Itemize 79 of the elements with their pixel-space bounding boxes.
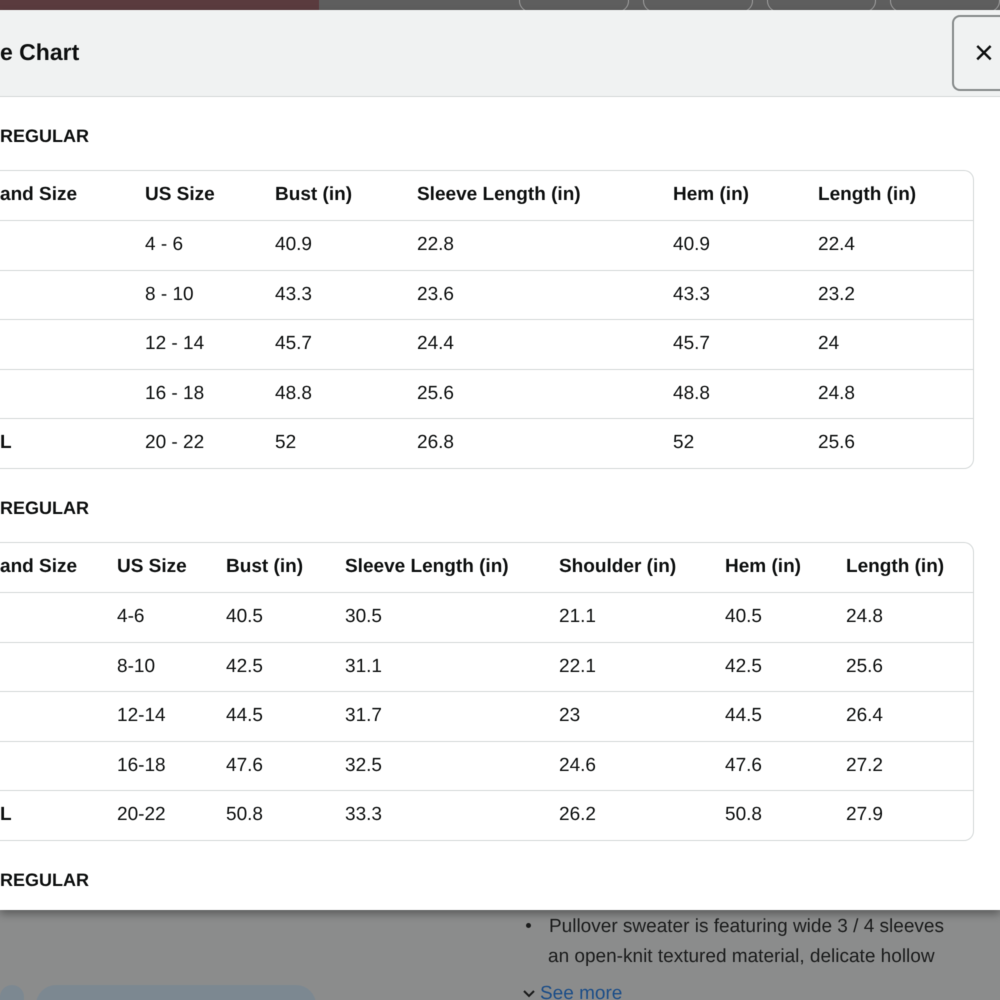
column-header: and Size	[0, 184, 78, 206]
table-cell: 50.8	[226, 804, 263, 826]
table-cell: 31.7	[345, 705, 382, 726]
table-cell: 20-22	[117, 804, 166, 826]
table-cell: 42.5	[226, 656, 263, 676]
table-cell: 4 - 6	[145, 234, 184, 255]
table-cell: 4-6	[117, 606, 144, 627]
table-cell: 24.6	[559, 754, 596, 776]
section-heading: REGULAR	[0, 497, 90, 520]
table-cell: 16 - 18	[145, 382, 204, 404]
table-cell: 50.8	[725, 804, 762, 826]
column-header: US Size	[117, 556, 187, 578]
table-cell: 23.6	[417, 284, 454, 304]
table-cell: 8-10	[117, 656, 156, 676]
column-header: Hem (in)	[725, 556, 801, 578]
column-header: Hem (in)	[673, 184, 749, 206]
section-heading: REGULAR	[0, 869, 90, 892]
feature-text: Pullover sweater is featuring wide 3 / 4 sleeves	[549, 916, 944, 937]
table-cell: 40.9	[673, 234, 710, 255]
table-cell: 27.2	[846, 754, 883, 776]
table-cell: 40.5	[725, 606, 762, 627]
table-cell: 43.3	[673, 284, 710, 304]
table-cell: 12 - 14	[145, 333, 204, 354]
table-cell: 26.2	[559, 804, 596, 826]
table-cell: 32.5	[345, 754, 382, 776]
table-cell: 22.4	[818, 234, 855, 255]
table-cell: 44.5	[725, 705, 762, 726]
table-cell: 23.2	[818, 284, 855, 304]
column-header: Shoulder (in)	[559, 556, 676, 578]
table-cell: 40.5	[226, 606, 263, 627]
column-header: US Size	[145, 184, 215, 206]
table-cell: 24.4	[417, 333, 454, 354]
table-cell: 44.5	[226, 705, 263, 726]
table-cell: 22.8	[417, 234, 454, 255]
table-cell: 22.1	[559, 656, 596, 676]
table-cell: 30.5	[345, 606, 382, 627]
column-header: Sleeve Length (in)	[417, 184, 581, 206]
table-cell: 47.6	[226, 754, 263, 776]
table-cell: 52	[275, 432, 296, 454]
table-cell: 26.4	[846, 705, 883, 726]
column-header: Length (in)	[846, 556, 944, 578]
table-cell: 23	[559, 705, 580, 726]
close-button[interactable]: ×	[952, 15, 1000, 91]
table-cell: 48.8	[275, 382, 312, 404]
table-cell: 27.9	[846, 804, 883, 826]
table-cell: 25.6	[417, 382, 454, 404]
table-cell: 42.5	[725, 656, 762, 676]
table-cell: 25.6	[818, 432, 855, 454]
table-cell: 24.8	[818, 382, 855, 404]
table-cell: 24	[818, 333, 840, 354]
column-header: Length (in)	[818, 184, 916, 206]
table-cell: 43.3	[275, 284, 312, 304]
table-cell: 24.8	[846, 606, 883, 627]
chevron-down-icon	[522, 989, 536, 1000]
column-header: Sleeve Length (in)	[345, 556, 509, 578]
feature-text: an open-knit textured material, delicate hollow	[548, 946, 935, 967]
table-cell: 40.9	[275, 234, 312, 255]
table-cell: 8 - 10	[145, 284, 194, 304]
column-header: Bust (in)	[275, 184, 352, 206]
table-cell: 33.3	[345, 804, 382, 826]
column-header: Bust (in)	[226, 556, 304, 578]
table-cell: 26.8	[417, 432, 454, 454]
section-heading: REGULAR	[0, 125, 90, 148]
bullet-icon	[526, 923, 531, 928]
table-cell: 16-18	[117, 754, 166, 776]
table-cell: 48.8	[673, 382, 710, 404]
table-cell: 25.6	[846, 656, 883, 676]
table-cell: 20 - 22	[145, 432, 204, 454]
table-cell: 45.7	[275, 333, 312, 354]
table-cell: 45.7	[673, 333, 710, 354]
table-cell: L	[0, 432, 12, 454]
table-cell: 52	[673, 432, 694, 454]
modal-title: e Chart	[0, 39, 80, 67]
table-cell: 12-14	[117, 705, 166, 726]
table-cell: 31.1	[345, 656, 382, 676]
table-cell: 21.1	[559, 606, 596, 627]
table-cell: L	[0, 804, 12, 826]
column-header: and Size	[0, 556, 78, 578]
table-cell: 47.6	[725, 754, 762, 776]
